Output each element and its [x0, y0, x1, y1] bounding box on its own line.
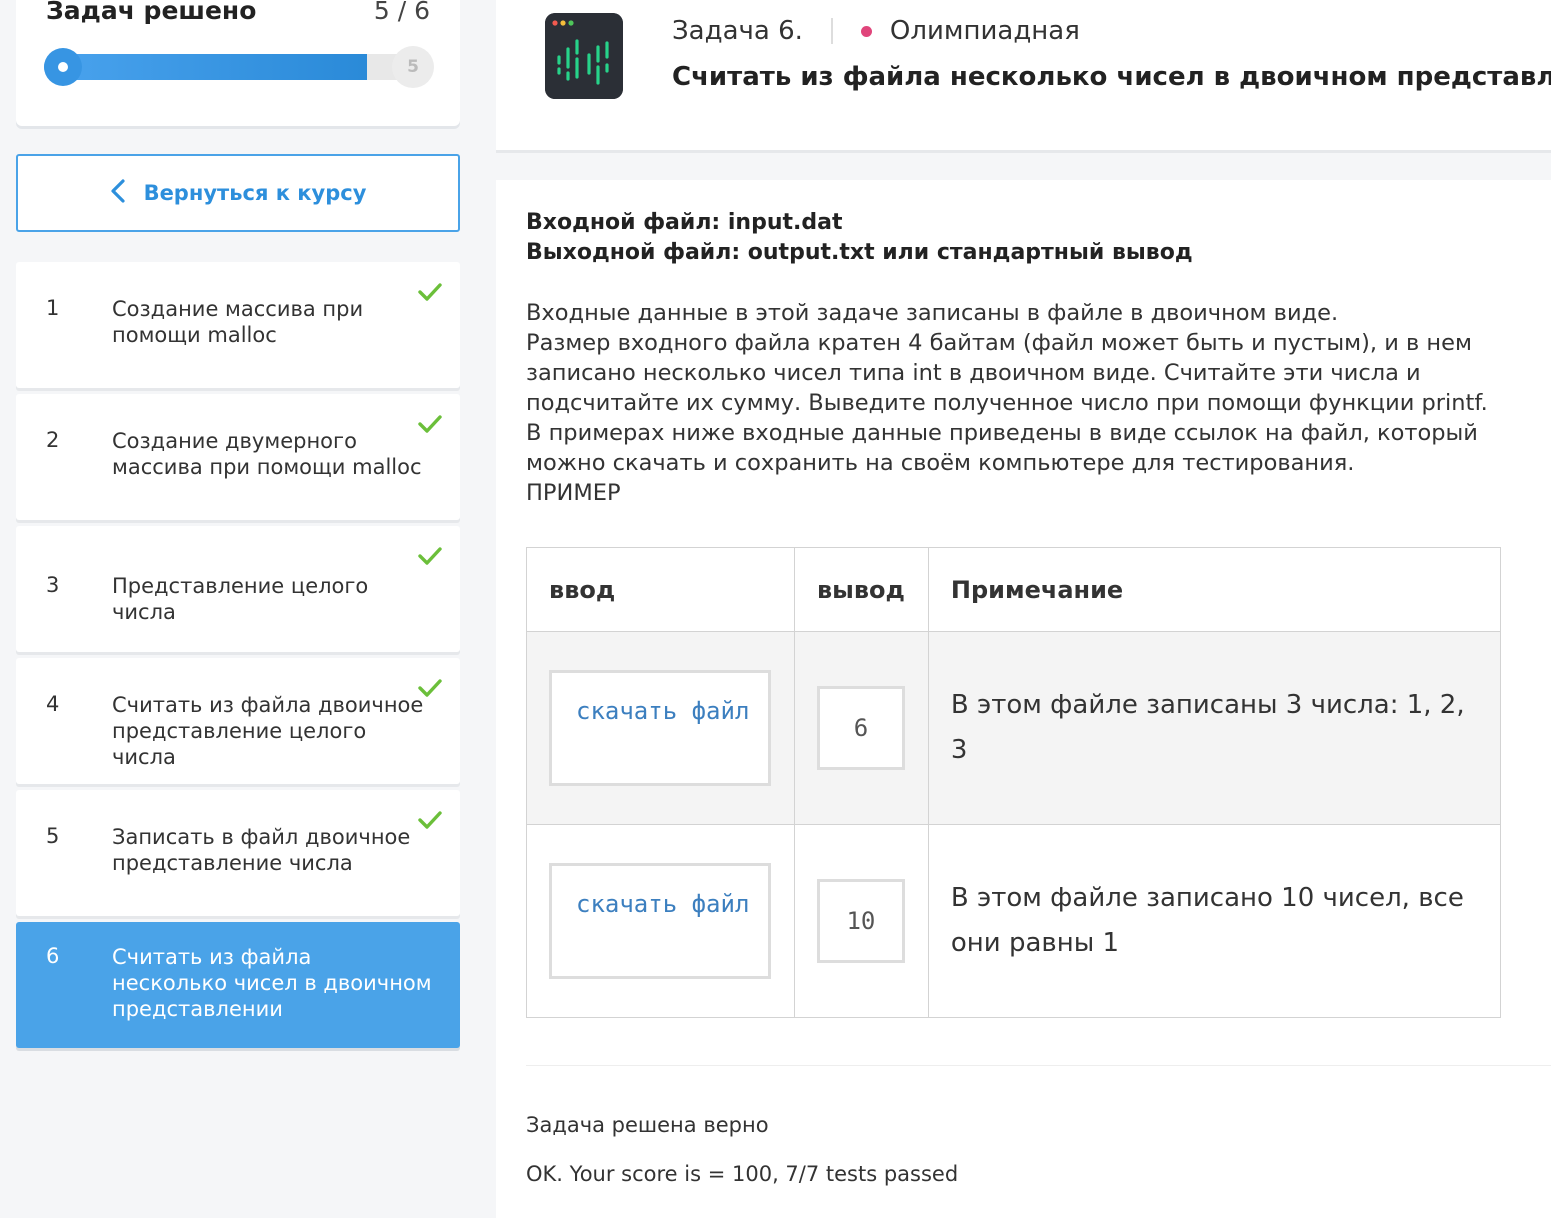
task-number: 3 — [46, 573, 60, 597]
checkmark-icon — [418, 811, 442, 829]
task-content: Входной файл: input.dat Выходной файл: o… — [496, 180, 1551, 1218]
task-description: Входные данные в этой задаче записаны в … — [526, 300, 1488, 506]
task-item-1[interactable]: 1 Создание массива при помощи malloc — [16, 262, 460, 388]
output-cell: 6 — [793, 631, 929, 825]
task-list: 1 Создание массива при помощи malloc 2 С… — [16, 262, 460, 1054]
note-cell: В этом файле записаны 3 числа: 1, 2, 3 — [927, 631, 1502, 825]
task-kind-label: Олимпиадная — [889, 16, 1080, 46]
output-cell: 10 — [793, 824, 929, 1018]
back-to-course-button[interactable]: Вернуться к курсу — [16, 154, 460, 232]
progress-card: Задач решено 5 / 6 5 — [16, 0, 460, 126]
page-title: Считать из файла несколько чисел в двоич… — [672, 62, 1551, 92]
task-item-6[interactable]: 6 Считать из файла несколько чисел в дво… — [16, 922, 460, 1048]
task-label: Создание двумерного массива при помощи m… — [112, 429, 422, 479]
task-item-2[interactable]: 2 Создание двумерного массива при помощи… — [16, 394, 460, 520]
download-file-link[interactable]: скачать файл — [549, 670, 771, 786]
task-item-4[interactable]: 4 Считать из файла двоичное представлени… — [16, 658, 460, 784]
progress-start-marker — [44, 48, 82, 86]
progress-title: Задач решено — [46, 0, 257, 25]
column-header-input: ввод — [526, 547, 795, 632]
chevron-left-icon — [110, 178, 126, 208]
task-header: Задача 6. Олимпиадная Считать из файла н… — [496, 0, 1551, 150]
task-number: 1 — [46, 296, 60, 320]
task-label: Считать из файла несколько чисел в двоич… — [112, 945, 432, 1021]
note-text: В этом файле записаны 3 числа: 1, 2, 3 — [950, 690, 1465, 765]
checkmark-icon — [418, 283, 442, 301]
note-text: В этом файле записано 10 чисел, все они … — [950, 883, 1464, 958]
checkmark-icon — [418, 415, 442, 433]
checkmark-icon — [418, 547, 442, 565]
kind-dot-icon — [860, 25, 872, 37]
output-value: 6 — [816, 686, 905, 770]
terminal-chart-icon — [545, 13, 623, 99]
input-file-line: Входной файл: input.dat — [526, 210, 843, 235]
column-header-note: Примечание — [927, 547, 1502, 632]
back-to-course-label: Вернуться к курсу — [143, 181, 367, 205]
progress-count: 5 / 6 — [373, 0, 430, 25]
progress-end-marker: 5 — [392, 46, 434, 88]
file-info: Входной файл: input.dat Выходной файл: o… — [526, 208, 1193, 268]
separator — [830, 18, 833, 44]
result-score: OK. Your score is = 100, 7/7 tests passe… — [526, 1162, 959, 1186]
table-row: скачать файл 6 В этом файле записаны 3 ч… — [526, 631, 1502, 825]
output-file-line: Выходной файл: output.txt или стандартны… — [526, 240, 1193, 265]
task-label: Записать в файл двоичное представление ч… — [112, 825, 411, 875]
task-kind-line: Задача 6. Олимпиадная — [672, 16, 1080, 46]
progress-fill — [44, 54, 367, 80]
download-file-link[interactable]: скачать файл — [549, 863, 771, 979]
note-cell: В этом файле записано 10 чисел, все они … — [927, 824, 1502, 1018]
task-item-3[interactable]: 3 Представление целого числа — [16, 526, 460, 652]
task-number: 4 — [46, 692, 60, 716]
table-row: скачать файл 10 В этом файле записано 10… — [526, 824, 1502, 1018]
result-status: Задача решена верно — [526, 1113, 769, 1137]
checkmark-icon — [418, 679, 442, 697]
task-label: Создание массива при помощи malloc — [112, 297, 364, 347]
column-header-output: вывод — [793, 547, 929, 632]
output-value: 10 — [816, 879, 905, 963]
input-cell: скачать файл — [526, 631, 795, 825]
divider — [526, 1065, 1551, 1066]
task-item-5[interactable]: 5 Записать в файл двоичное представление… — [16, 790, 460, 916]
progress-bar: 5 — [44, 46, 434, 88]
task-number: 6 — [46, 944, 60, 968]
task-number: 5 — [46, 824, 60, 848]
task-number: 2 — [46, 428, 60, 452]
task-label: Считать из файла двоичное представление … — [112, 693, 424, 769]
task-number-label: Задача 6. — [672, 16, 803, 46]
examples-table: ввод вывод Примечание скачать файл 6 В э… — [526, 547, 1502, 1018]
task-label: Представление целого числа — [112, 574, 369, 624]
input-cell: скачать файл — [526, 824, 795, 1018]
